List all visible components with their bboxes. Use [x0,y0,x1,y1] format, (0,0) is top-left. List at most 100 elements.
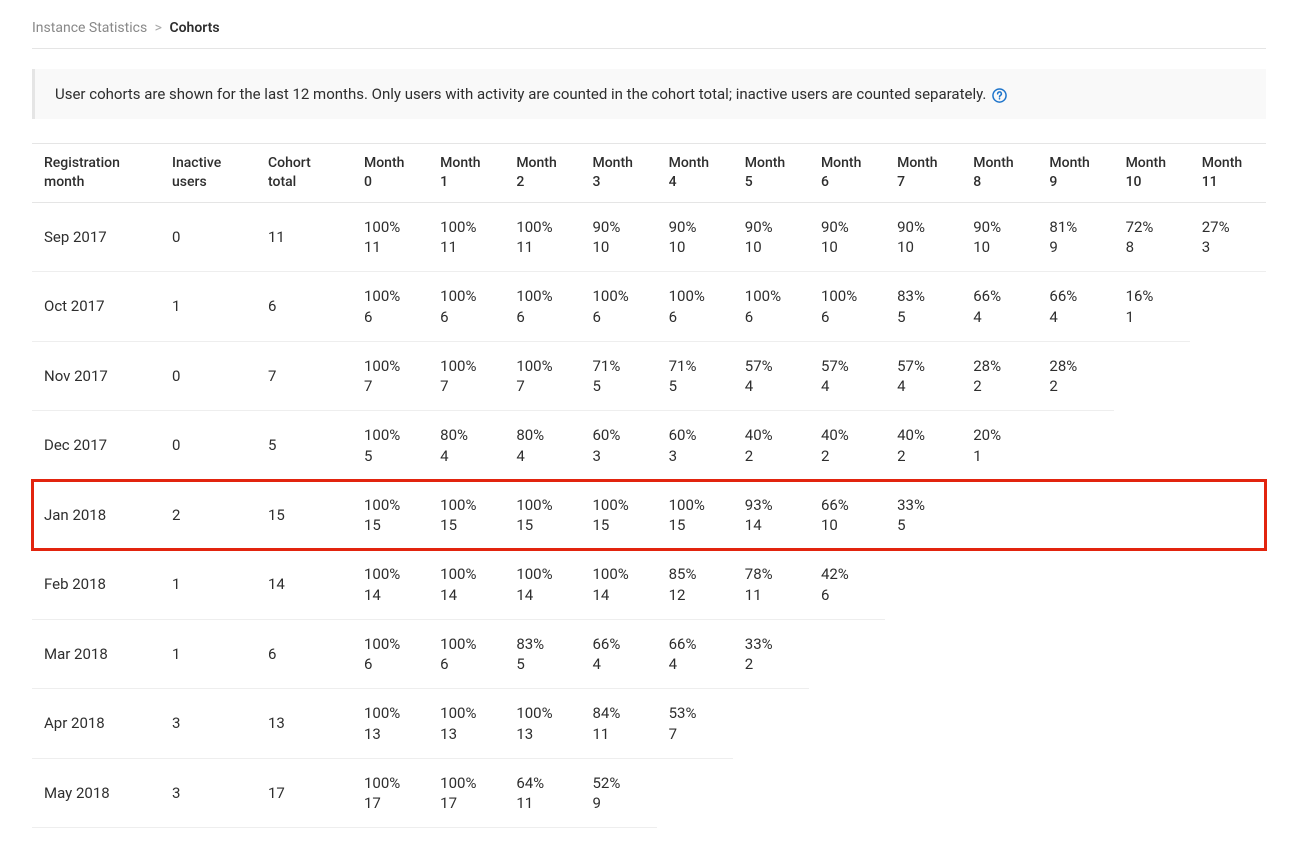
month-cell: 85%12 [657,550,733,620]
cohort-total: 11 [256,202,352,272]
month-cell: 16%1 [1114,272,1190,342]
inactive-users: 1 [160,550,256,620]
month-cell: 100%11 [504,202,580,272]
month-cell: 60%3 [657,411,733,481]
month-cell-empty [733,758,809,828]
registration-month: Jan 2018 [32,480,160,550]
month-cell: 100%7 [352,341,428,411]
month-cell: 100%14 [504,550,580,620]
month-cell-empty [885,758,961,828]
month-cell: 66%4 [657,619,733,689]
month-cell: 40%2 [809,411,885,481]
month-cell-empty [809,689,885,759]
month-cell: 57%4 [733,341,809,411]
month-cell-empty [1190,272,1266,342]
month-cell-empty [885,619,961,689]
month-cell: 100%15 [580,480,656,550]
table-row: Nov 201707100%7100%7100%771%571%557%457%… [32,341,1266,411]
month-cell: 78%11 [733,550,809,620]
month-cell: 83%5 [504,619,580,689]
cohort-total: 14 [256,550,352,620]
month-cell: 100%13 [504,689,580,759]
column-header: Month5 [733,144,809,203]
inactive-users: 0 [160,411,256,481]
month-cell-empty [1114,619,1190,689]
month-cell-empty [1114,550,1190,620]
breadcrumb-separator: > [155,20,162,36]
month-cell-empty [885,550,961,620]
registration-month: Apr 2018 [32,689,160,759]
month-cell: 90%10 [961,202,1037,272]
column-header: Month2 [504,144,580,203]
month-cell-empty [961,480,1037,550]
month-cell: 100%6 [580,272,656,342]
month-cell-empty [657,758,733,828]
month-cell: 66%4 [580,619,656,689]
month-cell-empty [1190,689,1266,759]
help-icon[interactable] [992,88,1007,103]
column-header: Month9 [1037,144,1113,203]
column-header: Month1 [428,144,504,203]
column-header: Month11 [1190,144,1266,203]
month-cell: 42%6 [809,550,885,620]
breadcrumb-parent-link[interactable]: Instance Statistics [32,20,147,36]
inactive-users: 0 [160,341,256,411]
inactive-users: 3 [160,689,256,759]
month-cell: 57%4 [885,341,961,411]
breadcrumb: Instance Statistics > Cohorts [32,16,1266,49]
month-cell: 100%15 [352,480,428,550]
month-cell: 66%10 [809,480,885,550]
month-cell: 90%10 [657,202,733,272]
month-cell: 66%4 [961,272,1037,342]
registration-month: Dec 2017 [32,411,160,481]
inactive-users: 3 [160,758,256,828]
month-cell-empty [1190,480,1266,550]
table-row: Mar 201816100%6100%683%566%466%433%2 [32,619,1266,689]
month-cell: 57%4 [809,341,885,411]
info-banner-text: User cohorts are shown for the last 12 m… [55,85,986,103]
month-cell: 27%3 [1190,202,1266,272]
month-cell-empty [1114,480,1190,550]
month-cell: 40%2 [733,411,809,481]
month-cell: 80%4 [428,411,504,481]
month-cell-empty [961,619,1037,689]
month-cell: 52%9 [580,758,656,828]
table-row: Oct 201716100%6100%6100%6100%6100%6100%6… [32,272,1266,342]
table-row: Feb 2018114100%14100%14100%14100%1485%12… [32,550,1266,620]
month-cell: 40%2 [885,411,961,481]
month-cell: 100%6 [657,272,733,342]
month-cell: 100%6 [428,272,504,342]
column-header: Registrationmonth [32,144,160,203]
month-cell-empty [809,619,885,689]
inactive-users: 0 [160,202,256,272]
cohort-total: 6 [256,272,352,342]
month-cell: 100%7 [428,341,504,411]
month-cell-empty [1114,411,1190,481]
column-header: Month4 [657,144,733,203]
month-cell: 33%2 [733,619,809,689]
inactive-users: 1 [160,272,256,342]
month-cell-empty [1114,758,1190,828]
month-cell: 100%5 [352,411,428,481]
column-header: Cohorttotal [256,144,352,203]
month-cell: 72%8 [1114,202,1190,272]
month-cell: 64%11 [504,758,580,828]
month-cell-empty [1190,758,1266,828]
month-cell: 100%15 [428,480,504,550]
table-body: Sep 2017011100%11100%11100%1190%1090%109… [32,202,1266,828]
month-cell-empty [1037,480,1113,550]
month-cell: 100%17 [352,758,428,828]
month-cell: 100%14 [428,550,504,620]
month-cell: 66%4 [1037,272,1113,342]
month-cell: 90%10 [733,202,809,272]
month-cell: 100%6 [733,272,809,342]
month-cell-empty [1114,689,1190,759]
month-cell: 20%1 [961,411,1037,481]
month-cell: 33%5 [885,480,961,550]
inactive-users: 1 [160,619,256,689]
month-cell-empty [1037,550,1113,620]
month-cell: 81%9 [1037,202,1113,272]
info-banner: User cohorts are shown for the last 12 m… [32,69,1266,119]
registration-month: Mar 2018 [32,619,160,689]
month-cell: 100%13 [428,689,504,759]
